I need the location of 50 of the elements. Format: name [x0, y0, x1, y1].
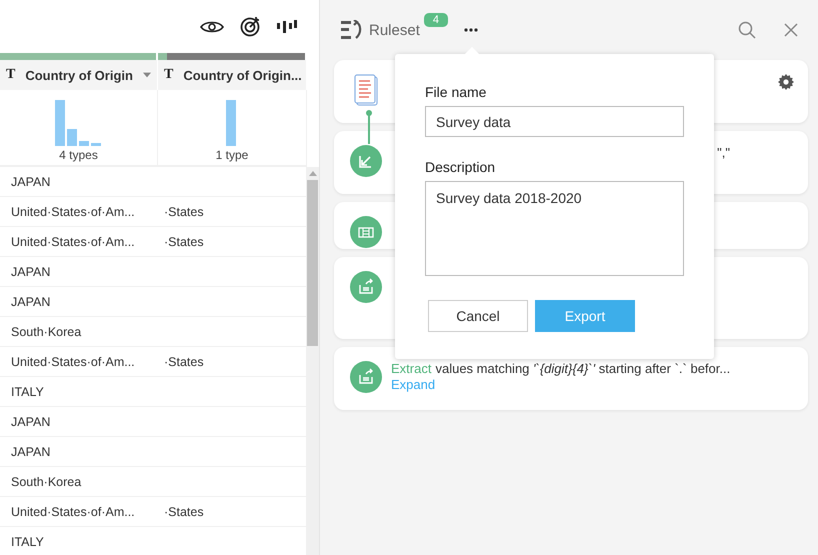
- histogram-drawing: [54, 99, 102, 146]
- target-icon[interactable]: [240, 16, 261, 37]
- settings-icon[interactable]: [778, 74, 794, 90]
- search-icon[interactable]: [738, 21, 756, 39]
- eye-icon[interactable]: [200, 20, 224, 34]
- scrollbar-thumb[interactable]: [307, 180, 318, 346]
- scrollbar[interactable]: [306, 167, 319, 555]
- histogram-drawing: [226, 99, 238, 146]
- table-cell-text: JAPAN: [10, 294, 52, 308]
- cancel-button[interactable]: Cancel: [428, 300, 528, 332]
- more-icon[interactable]: [464, 28, 478, 32]
- field-label: Description: [425, 159, 496, 175]
- table-cell: ·States: [164, 354, 204, 368]
- rule-count-badge: 4: [424, 13, 448, 27]
- close-icon[interactable]: [784, 23, 798, 37]
- table-cell-text: United·States·of·Am...: [10, 504, 136, 518]
- type-count: 1 type: [216, 148, 248, 162]
- table-cell-text: United·States·of·Am...: [10, 354, 136, 368]
- import-icon: [350, 145, 382, 177]
- bars-icon[interactable]: [277, 20, 297, 34]
- rule-title: ",": [717, 145, 730, 161]
- table-cell-text: ITALY: [10, 384, 45, 398]
- ruleset-icon: [341, 20, 363, 40]
- rule-action: Extract: [391, 361, 432, 377]
- table-cell-text: United·States·of·Am...: [10, 204, 136, 218]
- ruleset-title: Ruleset: [369, 22, 420, 38]
- table-cell-text: JAPAN: [10, 174, 52, 188]
- column-header[interactable]: T Country of Origin: [0, 60, 158, 90]
- field-label: File name: [425, 84, 488, 100]
- dropdown-caret-icon[interactable]: [142, 72, 151, 78]
- connector-line: [366, 110, 372, 144]
- rule-description: values matching '`{digit}{4}`' starting after `.` befor...: [435, 361, 730, 377]
- type-count: 4 types: [59, 148, 98, 162]
- table-cell-text: ITALY: [10, 534, 45, 548]
- table-cell-text: JAPAN: [10, 444, 52, 458]
- file-name-field[interactable]: Survey data: [425, 106, 684, 137]
- table-cell: ·States: [164, 204, 204, 218]
- table-cell-text: United·States·of·Am...: [10, 234, 136, 248]
- table-cell-text: JAPAN: [10, 264, 52, 278]
- document-icon: [354, 74, 378, 106]
- column-header[interactable]: T Country of Origin...: [158, 60, 307, 90]
- table-cell-text: South·Korea: [10, 474, 82, 488]
- description-field[interactable]: Survey data 2018-2020: [425, 181, 684, 276]
- extract-icon: [350, 271, 382, 303]
- table-cell-text: South·Korea: [10, 324, 82, 338]
- scroll-up-icon[interactable]: [308, 171, 317, 176]
- table-cell: ·States: [164, 234, 204, 248]
- table-cell: ·States: [164, 504, 204, 518]
- extract-icon: [350, 361, 382, 393]
- table-cell-text: JAPAN: [10, 414, 52, 428]
